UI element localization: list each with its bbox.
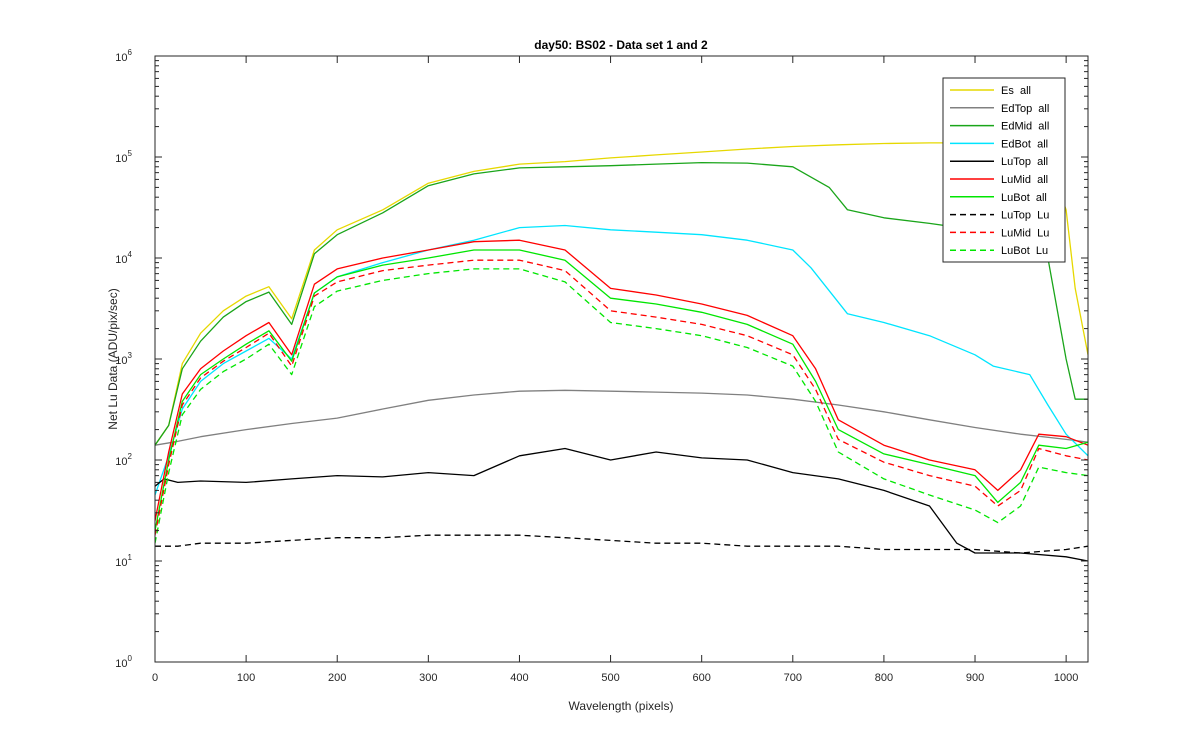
x-tick-label: 0 <box>152 672 158 684</box>
x-tick-label: 300 <box>419 672 437 684</box>
x-tick-label: 500 <box>601 672 619 684</box>
legend-label-lubot-lu: LuBot Lu <box>1001 245 1048 257</box>
chart-title: day50: BS02 - Data set 1 and 2 <box>534 38 708 52</box>
figure: day50: BS02 - Data set 1 and 2 0 100 200 30… <box>0 0 1200 750</box>
x-axis-label: Wavelength (pixels) <box>569 699 674 713</box>
x-tick-label: 100 <box>237 672 255 684</box>
x-tick-label: 900 <box>966 672 984 684</box>
y-axis-label: Net Lu Data (ADU/pix/sec) <box>106 288 120 429</box>
x-tick-label: 1000 <box>1054 672 1078 684</box>
legend-label-edbot-all: EdBot all <box>1001 138 1048 150</box>
x-tick-label: 400 <box>510 672 528 684</box>
legend-label-lumid-all: LuMid all <box>1001 174 1048 186</box>
x-tick-label: 200 <box>328 672 346 684</box>
legend: Es all EdTop all EdMid all EdBot all LuTop a… <box>942 77 1066 263</box>
legend-label-es-all: Es all <box>1001 85 1031 97</box>
legend-label-lubot-all: LuBot all <box>1001 192 1047 204</box>
x-tick-label: 700 <box>784 672 802 684</box>
legend-label-edmid-all: EdMid all <box>1001 121 1049 133</box>
x-tick-label: 600 <box>693 672 711 684</box>
legend-label-lutop-all: LuTop all <box>1001 156 1048 168</box>
legend-label-lutop-lu: LuTop Lu <box>1001 210 1049 222</box>
x-tick-label: 800 <box>875 672 893 684</box>
legend-label-edtop-all: EdTop all <box>1001 103 1049 115</box>
legend-label-lumid-lu: LuMid Lu <box>1001 227 1049 239</box>
